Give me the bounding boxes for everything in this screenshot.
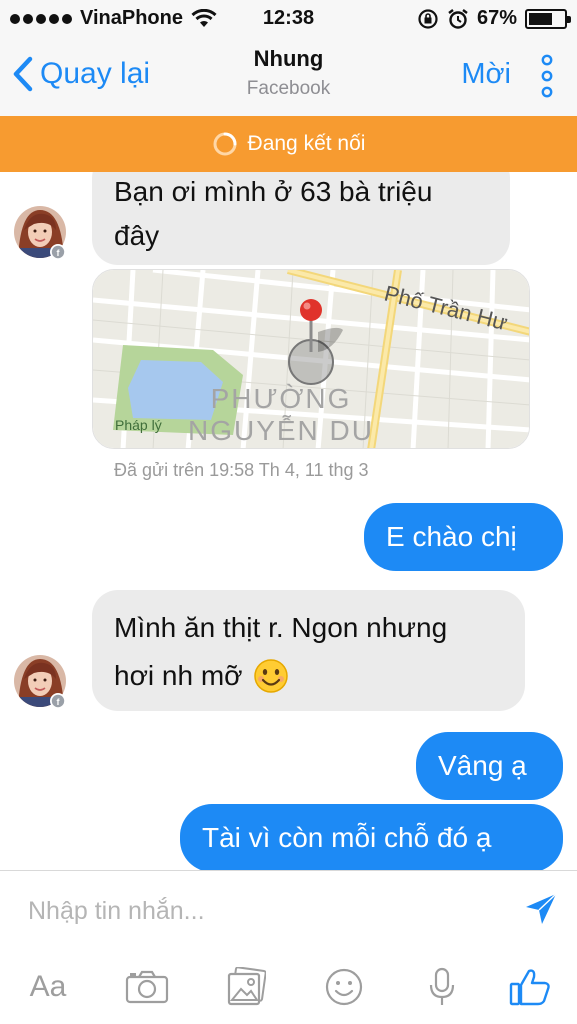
- message-line: hơi nh mỡ: [114, 660, 243, 691]
- text-format-icon: Aa: [29, 970, 67, 1003]
- invite-button[interactable]: Mời: [461, 58, 511, 91]
- status-bar: VinaPhone 12:38 67%: [0, 0, 577, 38]
- like-button[interactable]: [506, 965, 554, 1009]
- map-district-label-line2: NGUYỄN DU: [188, 415, 374, 446]
- alarm-icon: [448, 8, 468, 29]
- battery-icon: [525, 8, 571, 29]
- battery-percent: 67%: [476, 7, 517, 29]
- more-options-icon[interactable]: [537, 54, 557, 98]
- map-district-label-line1: PHƯỜNG: [211, 383, 352, 414]
- outgoing-message-bubble[interactable]: Vâng ạ: [416, 732, 563, 800]
- message-line: Bạn ơi mình ở 63 bà triệu: [114, 176, 433, 207]
- status-right: 67%: [417, 7, 571, 30]
- incoming-message-bubble[interactable]: Bạn ơi mình ở 63 bà triệu đây: [92, 172, 510, 265]
- message-text: E chào chị: [386, 521, 517, 552]
- outgoing-message-bubble[interactable]: Tài vì còn mỗi chỗ đó ạ: [180, 804, 563, 870]
- photo-icon: [227, 967, 266, 1006]
- message-timestamp: Đã gửi trên 19:58 Th 4, 11 thg 3: [114, 460, 369, 480]
- text-format-button[interactable]: Aa: [24, 965, 72, 1009]
- microphone-icon: [429, 967, 455, 1005]
- contact-avatar[interactable]: f: [14, 200, 66, 260]
- camera-button[interactable]: [123, 965, 171, 1009]
- map-poi-label: Pháp lý: [115, 417, 162, 433]
- message-line: đây: [114, 220, 160, 251]
- rotation-lock-icon: [418, 8, 438, 29]
- smiling-face-emoji-icon: [253, 659, 288, 693]
- send-icon[interactable]: [523, 891, 559, 927]
- message-composer: Aa: [0, 870, 577, 1024]
- emoji-button[interactable]: [320, 965, 368, 1009]
- message-input[interactable]: [28, 891, 488, 931]
- navigation-bar: Quay lại Nhung Facebook Mời: [0, 38, 577, 116]
- microphone-button[interactable]: [418, 965, 466, 1009]
- connecting-text: Đang kết nối: [247, 132, 366, 155]
- message-list[interactable]: Bạn ơi mình ở 63 bà triệu đây f Phố Trần…: [0, 172, 577, 870]
- message-line-with-emoji: hơi nh mỡ: [114, 652, 503, 700]
- shared-location-map[interactable]: Phố Trần Hư PHƯỜNG NGUYỄN DU Pháp lý: [92, 269, 530, 449]
- loading-spinner-icon: [213, 132, 237, 156]
- message-text: Vâng ạ: [438, 750, 527, 781]
- like-icon: [509, 969, 550, 1006]
- incoming-message-bubble[interactable]: Mình ăn thịt r. Ngon nhưng hơi nh mỡ: [92, 590, 525, 711]
- emoji-icon: [325, 968, 363, 1006]
- composer-toolbar: Aa: [0, 959, 577, 1019]
- message-line: Mình ăn thịt r. Ngon nhưng: [114, 612, 448, 643]
- camera-icon: [125, 970, 169, 1004]
- photo-button[interactable]: [222, 965, 270, 1009]
- outgoing-message-bubble[interactable]: E chào chị: [364, 503, 563, 571]
- map-image: Phố Trần Hư PHƯỜNG NGUYỄN DU Pháp lý: [93, 270, 529, 448]
- message-text: Tài vì còn mỗi chỗ đó ạ: [202, 822, 492, 853]
- contact-avatar[interactable]: f: [14, 649, 66, 709]
- connecting-banner: Đang kết nối: [0, 116, 577, 172]
